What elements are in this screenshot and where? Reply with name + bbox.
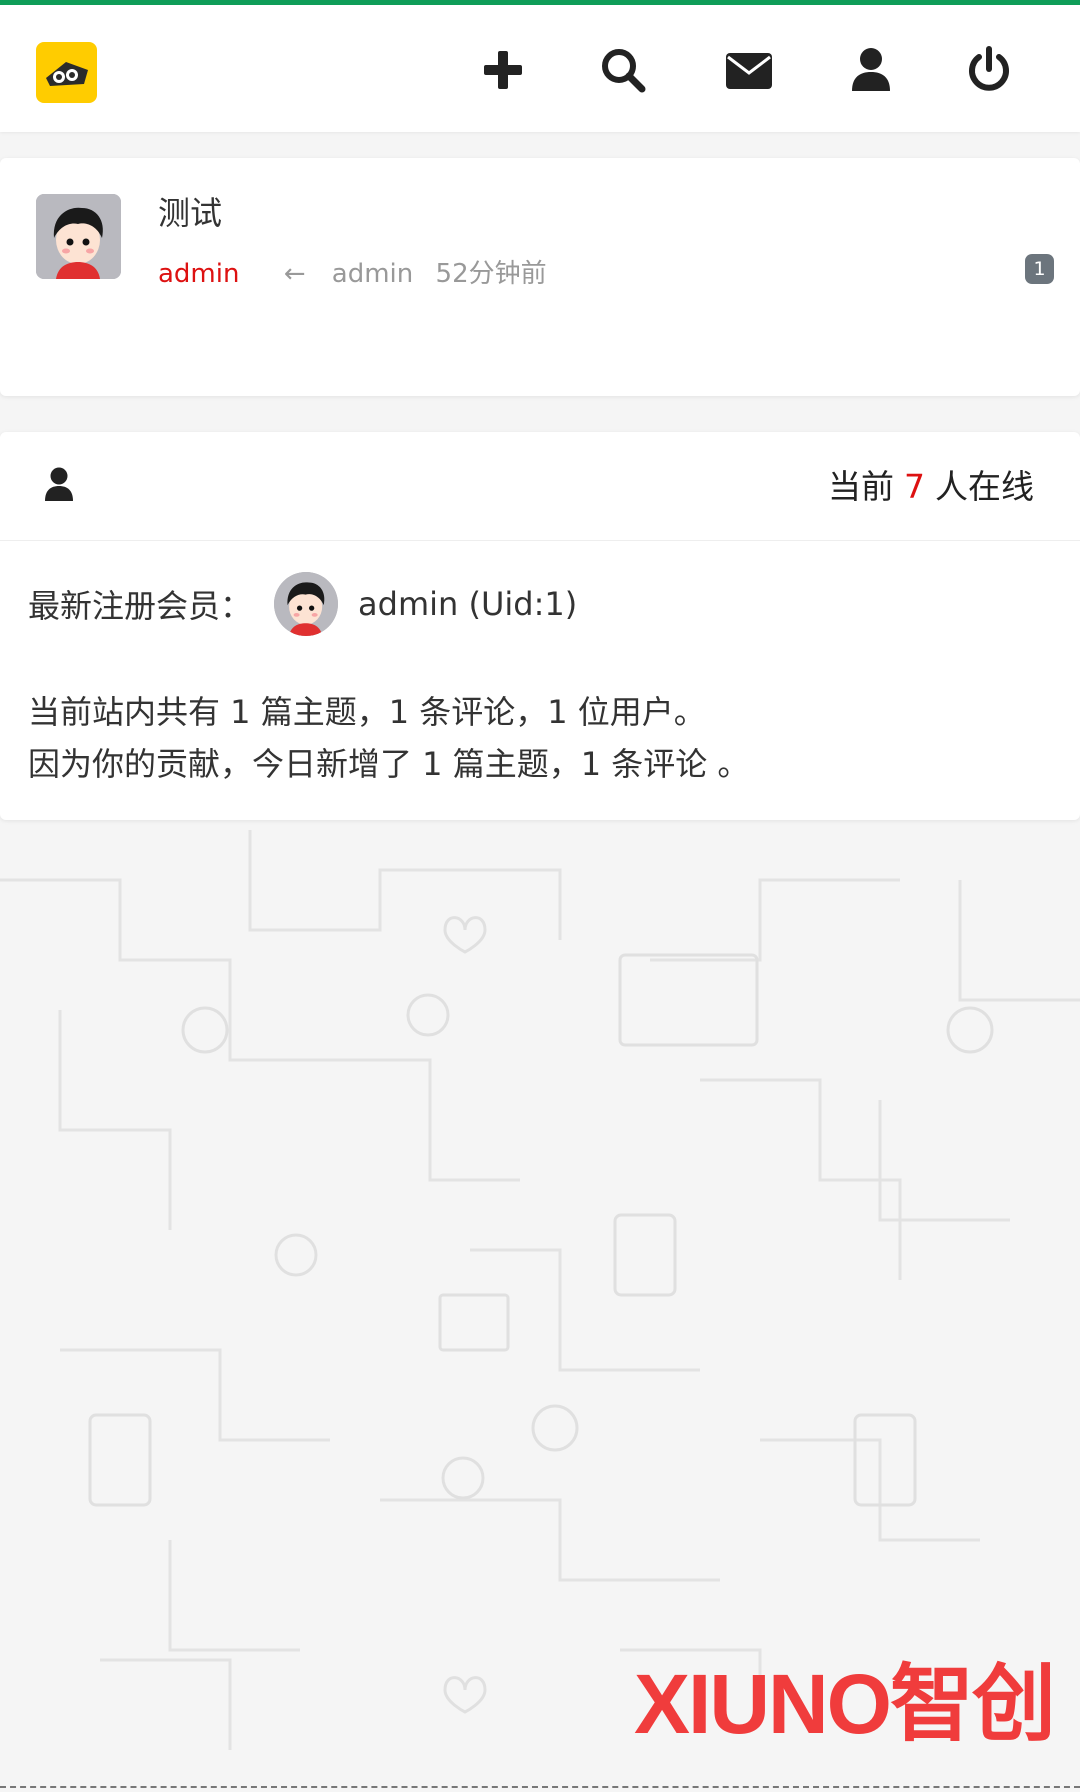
newest-member-name[interactable]: admin (Uid:1) [358, 585, 577, 623]
newest-member-label: 最新注册会员： [28, 587, 253, 625]
stats-card-header: 当前 7 人在线 [0, 432, 1080, 541]
power-icon [969, 46, 1009, 91]
online-suffix: 人在线 [935, 467, 1034, 506]
messages-button[interactable] [724, 45, 774, 95]
site-stats-text: 当前站内共有 1 篇主题，1 条评论，1 位用户。 因为你的贡献，今日新增了 1… [28, 686, 749, 790]
thread-time: 52分钟前 [435, 259, 547, 289]
newest-member: 最新注册会员： admin (Uid:1) [28, 572, 577, 636]
stats-line-totals: 当前站内共有 1 篇主题，1 条评论，1 位用户。 [28, 693, 706, 731]
cartoon-avatar-icon [274, 572, 339, 636]
logout-button[interactable] [964, 45, 1014, 95]
thread-item[interactable]: 测试 admin ← admin 52分钟前 1 [0, 158, 1080, 396]
profile-button[interactable] [846, 45, 896, 95]
new-thread-button[interactable] [478, 45, 528, 95]
thread-meta: admin ← admin 52分钟前 [158, 253, 547, 290]
newest-member-avatar[interactable] [274, 572, 339, 636]
online-count-text: 当前 7 人在线 [828, 460, 1034, 508]
last-poster[interactable]: admin [332, 259, 413, 289]
owl-logo-icon [36, 42, 97, 103]
site-stats-card: 当前 7 人在线 最新注册会员： admin (Uid:1) 当前站内共有 1 篇主… [0, 432, 1080, 820]
search-icon [602, 49, 646, 93]
top-navbar [0, 5, 1080, 132]
plus-icon [484, 51, 522, 89]
bottom-dashed-divider [0, 1786, 1080, 1788]
site-logo[interactable] [36, 42, 97, 103]
user-icon [852, 48, 890, 91]
watermark: XIUNO智创 [633, 1657, 1056, 1751]
author-avatar[interactable] [36, 194, 121, 279]
top-accent-bar [0, 0, 1080, 5]
reply-count-badge: 1 [1025, 254, 1054, 284]
cartoon-avatar-icon [36, 194, 121, 279]
reply-arrow-icon: ← [283, 259, 306, 289]
thread-title[interactable]: 测试 [158, 188, 222, 234]
online-prefix: 当前 [828, 467, 894, 506]
online-users-icon [45, 467, 73, 501]
thread-author[interactable]: admin [158, 259, 239, 289]
envelope-icon [726, 53, 772, 89]
search-button[interactable] [598, 45, 648, 95]
stats-line-today: 因为你的贡献，今日新增了 1 篇主题，1 条评论 。 [28, 745, 750, 783]
online-count: 7 [904, 467, 925, 506]
